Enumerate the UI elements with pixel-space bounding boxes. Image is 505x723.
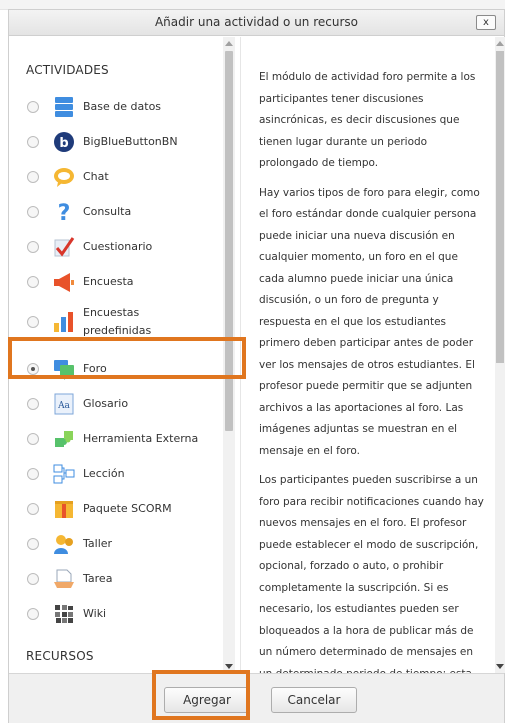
activities-heading: ACTIVIDADES [26,63,109,77]
bigbluebutton-icon: b [53,131,75,153]
option-label: Paquete SCORM [83,502,172,515]
scroll-down-arrow-icon[interactable] [496,664,504,669]
puzzle-icon [53,428,75,450]
svg-text:?: ? [58,201,71,223]
forum-icon [53,358,75,380]
close-button[interactable]: x [476,15,496,30]
radio-button[interactable] [27,316,39,328]
radio-button[interactable] [27,171,39,183]
option-bigbluebuttonbn[interactable]: b BigBlueButtonBN [9,130,223,154]
dialog-footer: Agregar Cancelar [9,673,504,723]
workshop-icon [53,533,75,555]
bar-chart-icon [53,311,75,333]
option-foro[interactable]: Foro [9,357,223,381]
option-leccion[interactable]: Lección [9,462,223,486]
chat-icon [53,166,75,188]
option-label: Glosario [83,397,129,410]
radio-button[interactable] [27,101,39,113]
radio-button[interactable] [27,241,39,253]
option-chat[interactable]: Chat [9,165,223,189]
description-paragraph: Hay varios tipos de foro para elegir, co… [259,186,480,457]
wiki-icon [53,603,75,625]
resources-heading: RECURSOS [26,649,94,663]
radio-button[interactable] [27,276,39,288]
scroll-down-arrow-icon[interactable] [225,664,233,669]
glossary-icon: Aa [53,393,75,415]
module-description: El módulo de actividad foro permite a lo… [259,67,485,673]
assignment-icon [53,568,75,590]
option-glosario[interactable]: Aa Glosario [9,392,223,416]
cancel-button[interactable]: Cancelar [271,687,357,713]
add-activity-dialog: Añadir una actividad o un recurso x ACTI… [8,9,505,723]
option-label: Chat [83,170,109,183]
radio-button[interactable] [27,398,39,410]
add-button[interactable]: Agregar [164,687,250,713]
radio-button[interactable] [27,468,39,480]
option-label: Foro [83,362,107,375]
option-label: Encuestas predefinidas [83,306,152,337]
option-label: Tarea [83,572,113,585]
quiz-checkmark-icon [53,236,75,258]
lesson-icon [53,463,75,485]
megaphone-icon [53,271,75,293]
scrollbar-thumb[interactable] [496,51,504,363]
svg-text:b: b [59,136,68,151]
scrollbar-thumb[interactable] [225,51,233,431]
dialog-titlebar: Añadir una actividad o un recurso x [9,10,504,36]
radio-button[interactable] [27,503,39,515]
radio-button[interactable] [27,608,39,620]
option-label: Cuestionario [83,240,153,253]
scorm-package-icon [53,498,75,520]
radio-button[interactable] [27,136,39,148]
option-paquete-scorm[interactable]: Paquete SCORM [9,497,223,521]
module-description-panel: El módulo de actividad foro permite a lo… [241,37,505,673]
description-paragraph: Los participantes pueden suscribirse a u… [259,474,484,673]
option-label: Lección [83,467,125,480]
option-consulta[interactable]: ? Consulta [9,200,223,224]
option-label: Base de datos [83,100,162,113]
option-tarea[interactable]: Tarea [9,567,223,591]
option-label: Taller [83,537,113,550]
option-wiki[interactable]: Wiki [9,602,223,626]
option-herramienta-externa[interactable]: Herramienta Externa [9,427,223,451]
option-label: Encuesta [83,275,134,288]
description-paragraph: El módulo de actividad foro permite a lo… [259,71,476,169]
radio-button[interactable] [27,573,39,585]
option-label: Herramienta Externa [83,432,199,445]
database-icon [53,96,75,118]
option-label: Consulta [83,205,132,218]
scroll-up-arrow-icon[interactable] [225,41,233,46]
scroll-up-arrow-icon[interactable] [496,41,504,46]
radio-button-selected[interactable] [27,363,39,375]
module-chooser-list: ACTIVIDADES Base de datos b BigBlueButto… [9,37,241,673]
description-scrollbar[interactable] [495,37,505,673]
question-mark-icon: ? [53,201,75,223]
radio-button[interactable] [27,206,39,218]
option-encuesta[interactable]: Encuesta [9,270,223,294]
option-label: Wiki [83,607,107,620]
radio-button[interactable] [27,538,39,550]
radio-button[interactable] [27,433,39,445]
svg-text:Aa: Aa [57,401,70,411]
option-cuestionario[interactable]: Cuestionario [9,235,223,259]
option-label: BigBlueButtonBN [83,135,178,148]
list-scrollbar[interactable] [223,37,235,673]
option-encuestas-predefinidas[interactable]: Encuestas predefinidas [9,302,223,342]
option-taller[interactable]: Taller [9,532,223,556]
option-base-de-datos[interactable]: Base de datos [9,95,223,119]
dialog-title: Añadir una actividad o un recurso [154,15,359,29]
